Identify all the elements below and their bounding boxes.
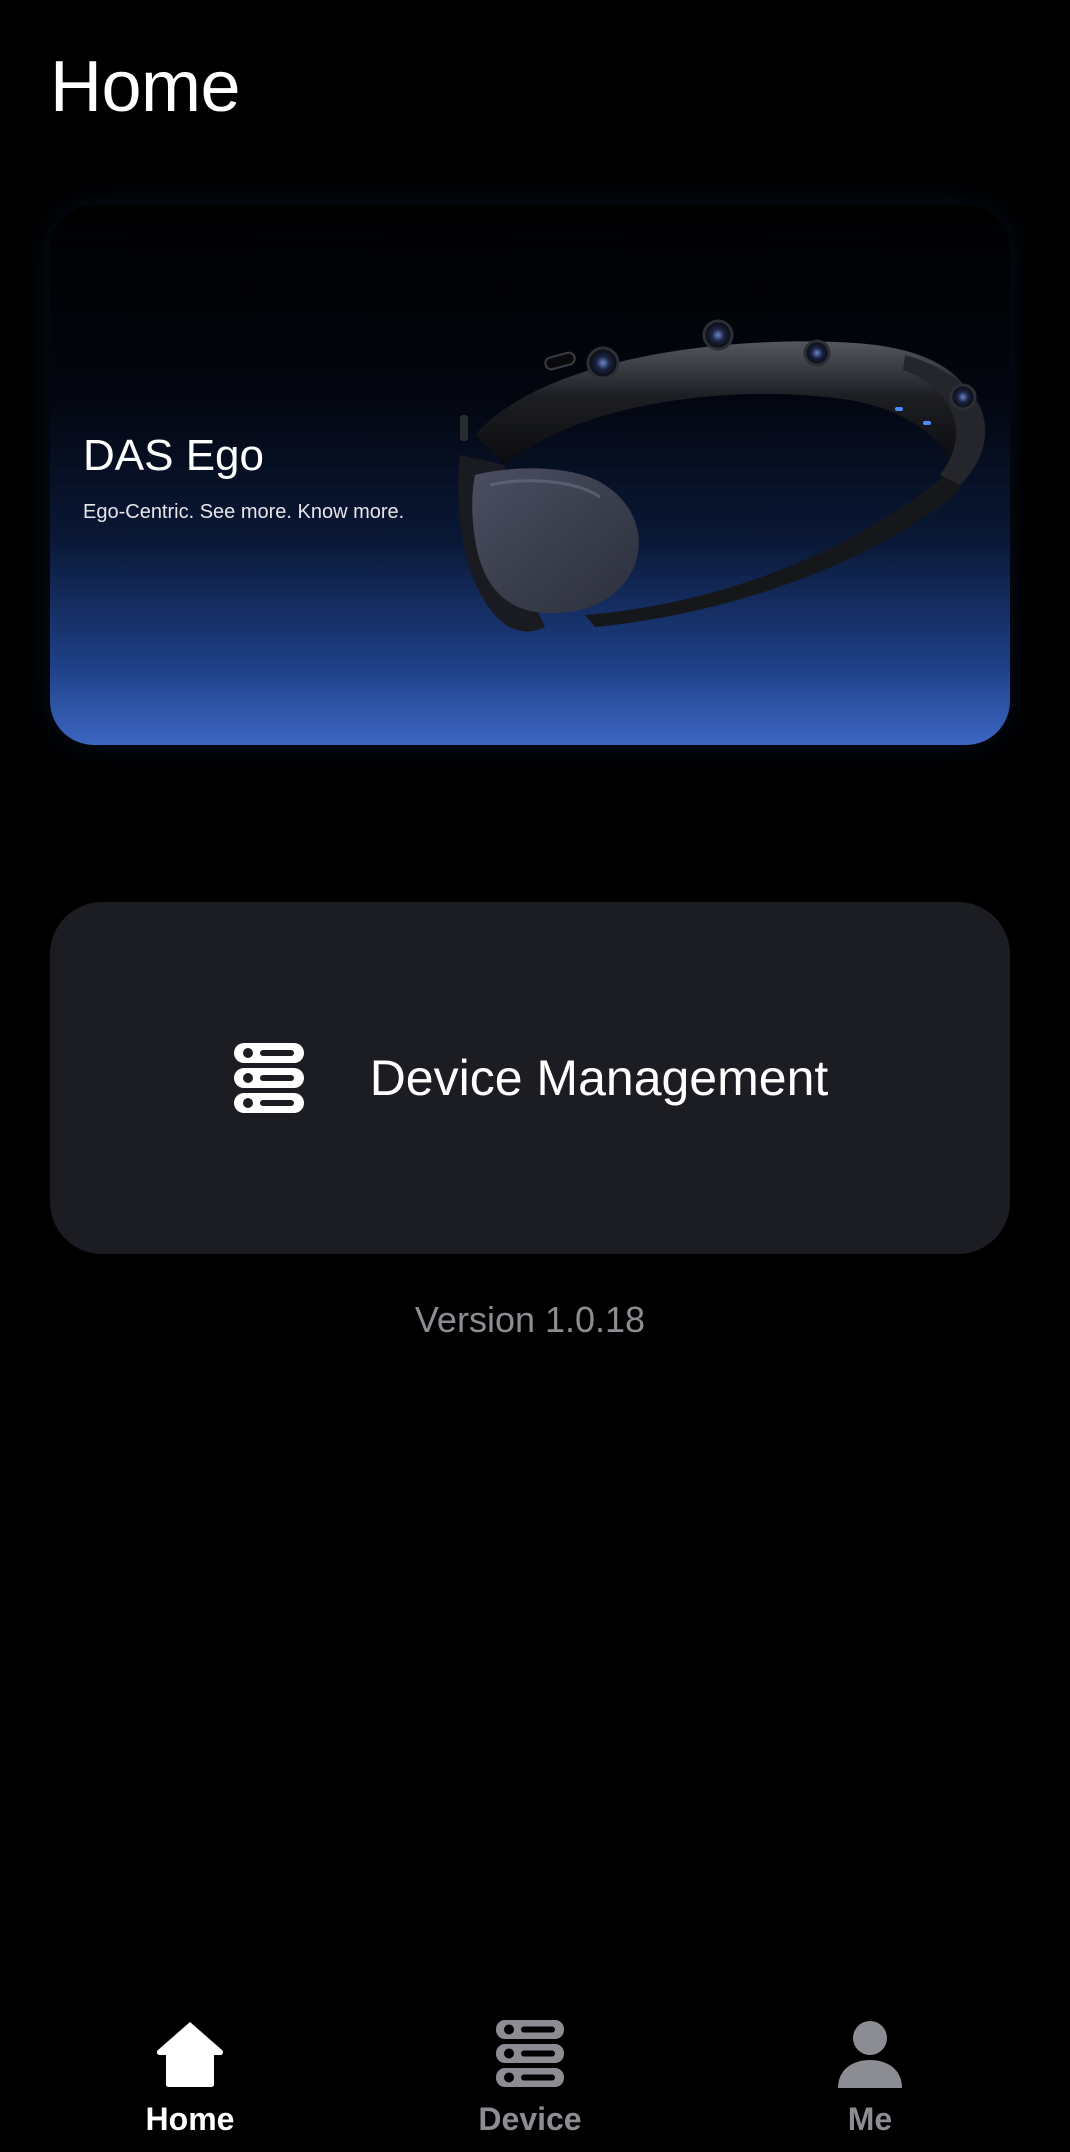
device-management-label: Device Management bbox=[369, 1050, 829, 1106]
hero-title: DAS Ego bbox=[83, 431, 264, 480]
home-icon bbox=[156, 2022, 224, 2087]
tab-device[interactable]: Device bbox=[430, 2018, 630, 2138]
headset-device-image bbox=[458, 319, 986, 632]
version-text: Version 1.0.18 bbox=[414, 1299, 646, 1340]
tab-device-label: Device bbox=[478, 2101, 582, 2137]
hero-subtitle: Ego-Centric. See more. Know more. bbox=[83, 501, 405, 523]
device-management-button[interactable]: Device Management bbox=[50, 902, 1010, 1254]
tab-home-label: Home bbox=[145, 2101, 235, 2137]
tab-me[interactable]: Me bbox=[770, 2018, 970, 2138]
person-icon bbox=[838, 2021, 902, 2088]
server-stack-icon bbox=[496, 2020, 564, 2087]
tab-me-label: Me bbox=[847, 2101, 893, 2137]
hero-banner[interactable]: DAS Ego Ego-Centric. See more. Know more… bbox=[50, 205, 1010, 745]
page-title: Home bbox=[50, 47, 241, 127]
bottom-tab-bar: Home Device Me bbox=[0, 2000, 1070, 2152]
server-stack-icon bbox=[233, 1043, 304, 1113]
tab-home[interactable]: Home bbox=[90, 2018, 290, 2138]
